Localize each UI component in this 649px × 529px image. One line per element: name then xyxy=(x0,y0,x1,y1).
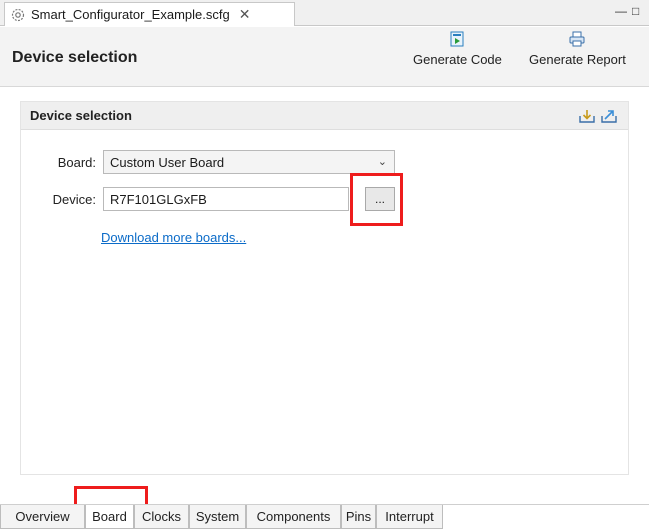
section-header: Device selection xyxy=(21,102,628,130)
tab-board[interactable]: Board xyxy=(85,505,134,529)
chevron-down-icon: ⌄ xyxy=(377,156,387,168)
board-row: Board: Custom User Board ⌄ xyxy=(21,150,395,174)
tab-system[interactable]: System xyxy=(189,505,246,529)
tab-clocks[interactable]: Clocks xyxy=(134,505,189,529)
device-field-value: R7F101GLGxFB xyxy=(110,191,207,207)
export-icon[interactable] xyxy=(600,108,618,124)
device-label: Device: xyxy=(52,191,96,207)
import-icon[interactable] xyxy=(578,108,596,124)
generate-code-label: Generate Code xyxy=(413,52,502,67)
close-tab-icon[interactable]: ✕ xyxy=(239,6,251,23)
bottom-tabbar: Overview Board Clocks System Components … xyxy=(0,504,649,529)
device-row: Device: R7F101GLGxFB ... xyxy=(21,187,395,211)
generate-code-button[interactable]: Generate Code xyxy=(413,31,502,67)
board-select-value: Custom User Board xyxy=(110,154,225,170)
minimize-icon[interactable]: — xyxy=(615,4,627,18)
download-more-boards-link[interactable]: Download more boards... xyxy=(101,230,246,245)
gear-icon xyxy=(11,8,25,21)
generate-report-icon xyxy=(569,31,585,47)
board-label: Board: xyxy=(57,154,96,170)
tab-pins[interactable]: Pins xyxy=(341,505,376,529)
device-field[interactable]: R7F101GLGxFB xyxy=(103,187,349,211)
tab-interrupt[interactable]: Interrupt xyxy=(376,505,443,529)
editor-tabbar: Smart_Configurator_Example.scfg ✕ — □ xyxy=(0,0,649,26)
board-select[interactable]: Custom User Board ⌄ xyxy=(103,150,395,174)
section-title: Device selection xyxy=(30,108,132,123)
generate-report-label: Generate Report xyxy=(529,52,626,67)
section-toolbar xyxy=(578,108,618,124)
generate-code-icon xyxy=(450,31,464,47)
tab-components[interactable]: Components xyxy=(246,505,341,529)
device-selection-section: Device selection Board: Custom User Boar… xyxy=(20,101,629,475)
generate-report-button[interactable]: Generate Report xyxy=(529,31,626,67)
page-title: Device selection xyxy=(12,49,138,66)
maximize-icon[interactable]: □ xyxy=(632,4,639,18)
tab-overview[interactable]: Overview xyxy=(0,505,85,529)
browse-device-button[interactable]: ... xyxy=(365,187,395,211)
page-header: Device selection Generate Code Generate … xyxy=(0,27,649,87)
editor-tab[interactable]: Smart_Configurator_Example.scfg ✕ xyxy=(4,2,295,26)
editor-tab-title: Smart_Configurator_Example.scfg xyxy=(31,7,230,22)
